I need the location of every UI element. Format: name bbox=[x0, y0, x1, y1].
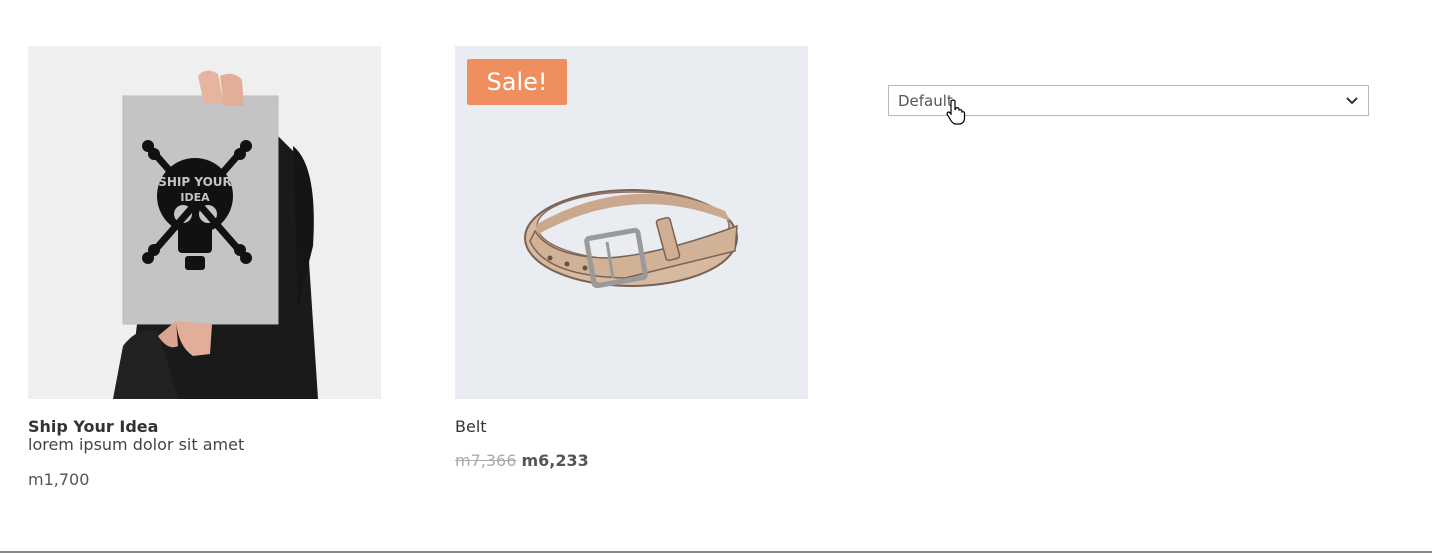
hand-cursor-icon bbox=[946, 99, 966, 125]
product-card-belt: Sale! Belt m7,366 m6,233 bbox=[455, 46, 808, 470]
sort-selected-value: Default bbox=[898, 92, 953, 110]
poster-image: SHIP YOUR IDEA bbox=[113, 70, 318, 399]
sale-price: m6,233 bbox=[521, 451, 589, 470]
product-card-ship-your-idea: SHIP YOUR IDEA Ship Your Idea lorem ipsu… bbox=[28, 46, 381, 489]
product-price: m1,700 bbox=[28, 470, 90, 489]
svg-text:IDEA: IDEA bbox=[180, 191, 210, 204]
sale-badge: Sale! bbox=[467, 59, 567, 105]
product-title[interactable]: Ship Your Idea bbox=[28, 418, 381, 436]
product-price: m7,366 m6,233 bbox=[455, 451, 808, 470]
shop-page: SHIP YOUR IDEA Ship Your Idea lorem ipsu… bbox=[0, 0, 1432, 553]
product-image-belt[interactable]: Sale! bbox=[455, 46, 808, 399]
product-subtitle: lorem ipsum dolor sit amet bbox=[28, 435, 245, 454]
product-image-ship-your-idea[interactable]: SHIP YOUR IDEA bbox=[28, 46, 381, 399]
product-title[interactable]: Belt bbox=[455, 418, 808, 436]
svg-text:SHIP YOUR: SHIP YOUR bbox=[158, 175, 232, 189]
chevron-down-icon bbox=[1346, 97, 1358, 105]
old-price: m7,366 bbox=[455, 451, 517, 470]
